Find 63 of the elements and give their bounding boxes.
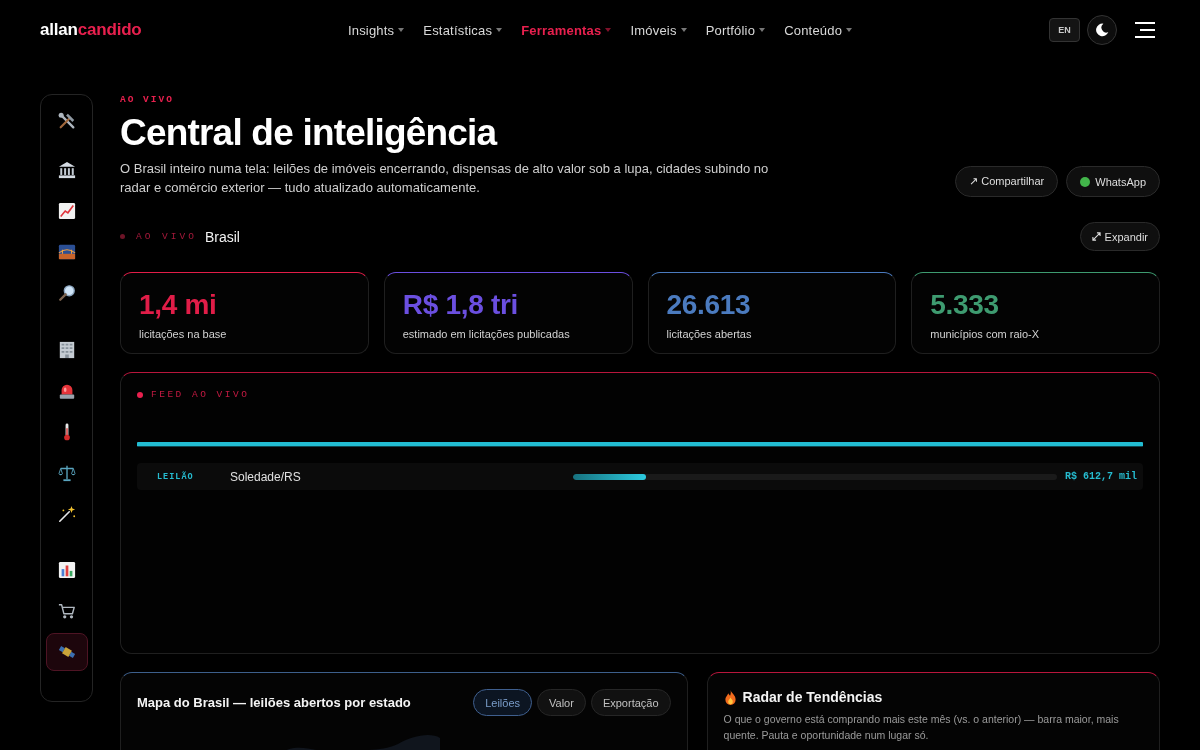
caret-icon — [680, 28, 687, 32]
stat-value: 1,4 mi — [139, 289, 218, 321]
nav-link[interactable]: Insights — [347, 22, 405, 38]
caret-icon — [398, 28, 405, 32]
panel-title: Mapa do Brasil — leilões abertos por estado — [137, 695, 411, 710]
magic-wand-icon — [57, 505, 76, 523]
region-label: Brasil — [204, 228, 240, 245]
live-dot-icon — [120, 234, 125, 239]
menu-icon — [1135, 22, 1155, 38]
stat-label: municípios com raio-X — [930, 328, 1041, 340]
type-tag: LEILÃO — [157, 471, 230, 482]
caret-icon — [759, 28, 766, 32]
nav-link[interactable]: Ferramentas — [521, 22, 612, 38]
magnifier-icon — [57, 284, 76, 302]
stat-value: R$ 1,8 tri — [402, 289, 520, 321]
dot-icon — [1080, 176, 1091, 187]
amount-label: R$ 612,7 mil — [1064, 471, 1137, 482]
panel-description: O que o governo está comprando mais este mês (vs. o anterior) — barra maior, mais quente. Pauta e oportunidade num lugar só. — [723, 712, 1120, 743]
stat-label: licitações abertas — [666, 328, 753, 340]
moon-icon — [1095, 23, 1109, 37]
eyebrow-label: AO VIVO — [120, 94, 174, 106]
stat-label: estimado em licitações publicadas — [402, 328, 571, 340]
page-title: Central de inteligência — [120, 111, 499, 155]
action-button[interactable]: WhatsApp — [1066, 166, 1160, 197]
place-label: Soledade/RS — [230, 469, 302, 484]
page-description: O Brasil inteiro numa tela: leilões de imóveis encerrando, dispensas de alto valor sob a lupa, cidades subindo no radar e comércio exterior — tudo atualizado automaticamente. — [120, 160, 770, 197]
sidebar-item[interactable] — [45, 633, 88, 671]
scales-icon — [57, 464, 76, 482]
live-dot-icon — [137, 391, 143, 398]
stat-label: licitações na base — [139, 328, 228, 340]
fire-icon — [723, 689, 737, 705]
satellite-icon — [57, 643, 76, 661]
theme-toggle-button[interactable] — [1087, 15, 1117, 45]
expand-icon — [1091, 232, 1101, 241]
caret-icon — [605, 28, 612, 32]
stat-value: 26.613 — [666, 289, 752, 321]
tab[interactable]: Valor — [537, 689, 586, 716]
caret-icon — [846, 28, 853, 32]
caret-icon — [496, 28, 503, 32]
line-chart-icon — [57, 202, 76, 220]
action-button[interactable]: ↗ Compartilhar — [955, 166, 1059, 197]
nav-link[interactable]: Estatísticas — [423, 22, 503, 38]
tools-icon — [57, 112, 76, 130]
building-columns-icon — [57, 161, 76, 179]
live-label: AO VIVO — [136, 231, 197, 242]
logo[interactable]: allancandido — [40, 20, 142, 40]
language-button[interactable]: EN — [1049, 18, 1080, 42]
cart-icon — [57, 602, 76, 620]
thermometer-icon — [63, 423, 70, 441]
panel-title: Radar de Tendências — [742, 689, 883, 705]
bar-chart-icon — [57, 561, 76, 579]
stat-value: 5.333 — [930, 289, 1000, 321]
tab[interactable]: Exportação — [590, 689, 671, 716]
nav-link[interactable]: Portfólio — [705, 22, 766, 38]
night-bridge-icon — [57, 243, 76, 261]
feed-title: FEED AO VIVO — [151, 389, 250, 400]
feed-row[interactable]: LEILÃO Soledade/RS R$ 612,7 mil — [137, 463, 1143, 490]
nav-link[interactable]: Imóveis — [630, 22, 687, 38]
office-building-icon — [57, 341, 76, 359]
tab[interactable]: Leilões — [473, 689, 532, 716]
expand-button[interactable]: Expandir — [1079, 222, 1160, 251]
siren-icon — [57, 382, 76, 400]
nav-link[interactable]: Conteúdo — [784, 22, 853, 38]
